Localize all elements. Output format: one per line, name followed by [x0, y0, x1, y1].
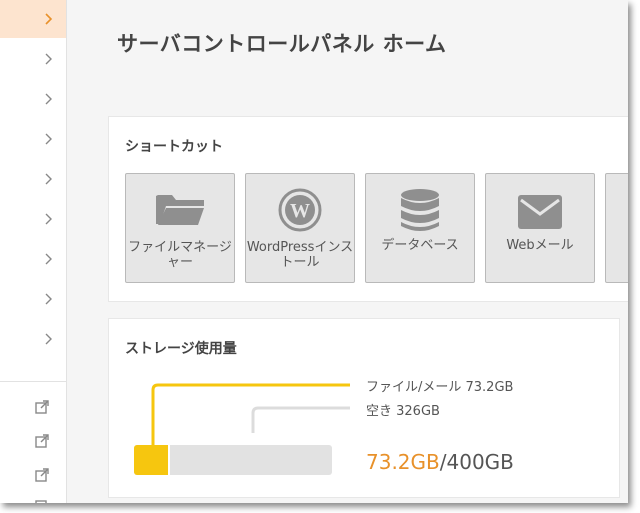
webmail-tile[interactable]: Webメール — [485, 173, 595, 283]
chevron-right-icon — [45, 293, 52, 305]
free-bracket — [251, 406, 350, 433]
used-legend: ファイル/メール 73.2GB — [366, 380, 514, 395]
chevron-right-icon — [45, 333, 52, 345]
page-title: サーバコントロールパネル ホーム — [117, 32, 447, 56]
svg-text:W: W — [290, 200, 310, 222]
external-link-icon[interactable] — [34, 433, 50, 449]
bar-separator — [168, 445, 170, 475]
chevron-right-icon — [45, 253, 52, 265]
folder-icon — [156, 195, 204, 225]
chevron-right-icon — [45, 173, 52, 185]
chevron-right-icon — [45, 53, 52, 65]
storage-heading: ストレージ使用量 — [125, 341, 237, 357]
used-value: 73.2GB — [366, 450, 440, 474]
tile-label: ファイルマネージャー — [128, 240, 232, 270]
chevron-right-icon — [45, 93, 52, 105]
storage-progress-bar — [134, 445, 332, 475]
database-tile[interactable]: データベース — [365, 173, 475, 283]
app-window: サーバコントロールパネル ホーム ショートカット ファイルマネージャー W Wo… — [0, 0, 628, 503]
sidebar-item-7[interactable] — [0, 240, 66, 278]
sidebar-item-4[interactable] — [0, 120, 66, 158]
file-manager-tile[interactable]: ファイルマネージャー — [125, 173, 235, 283]
mail-icon — [518, 195, 562, 229]
total-value: /400GB — [439, 450, 514, 474]
storage-used-fill — [134, 445, 171, 475]
sidebar-item-1[interactable] — [0, 0, 66, 38]
wordpress-install-tile[interactable]: W WordPressインストール — [245, 173, 355, 283]
database-icon — [401, 189, 439, 231]
tile-label: WordPressインストール — [246, 240, 354, 270]
sidebar-divider — [0, 381, 66, 382]
sidebar-item-8[interactable] — [0, 280, 66, 318]
chevron-right-icon — [45, 213, 52, 225]
sidebar-item-5[interactable] — [0, 160, 66, 198]
wordpress-icon: W — [278, 188, 322, 232]
external-link-icon[interactable] — [34, 399, 50, 415]
free-legend: 空き 326GB — [366, 404, 440, 419]
sidebar — [0, 0, 67, 503]
storage-usage-summary: 73.2GB/400GB — [366, 450, 514, 474]
sidebar-item-2[interactable] — [0, 40, 66, 78]
shortcut-heading: ショートカット — [125, 139, 223, 155]
chevron-right-icon — [45, 133, 52, 145]
sidebar-item-9[interactable] — [0, 320, 66, 358]
chevron-right-icon — [45, 13, 53, 25]
external-link-icon[interactable] — [34, 467, 50, 483]
more-tile[interactable] — [605, 173, 628, 283]
external-link-icon[interactable] — [34, 497, 50, 503]
sidebar-item-6[interactable] — [0, 200, 66, 238]
tile-label: データベース — [381, 238, 459, 253]
sidebar-item-3[interactable] — [0, 80, 66, 118]
tile-label: Webメール — [506, 238, 574, 253]
